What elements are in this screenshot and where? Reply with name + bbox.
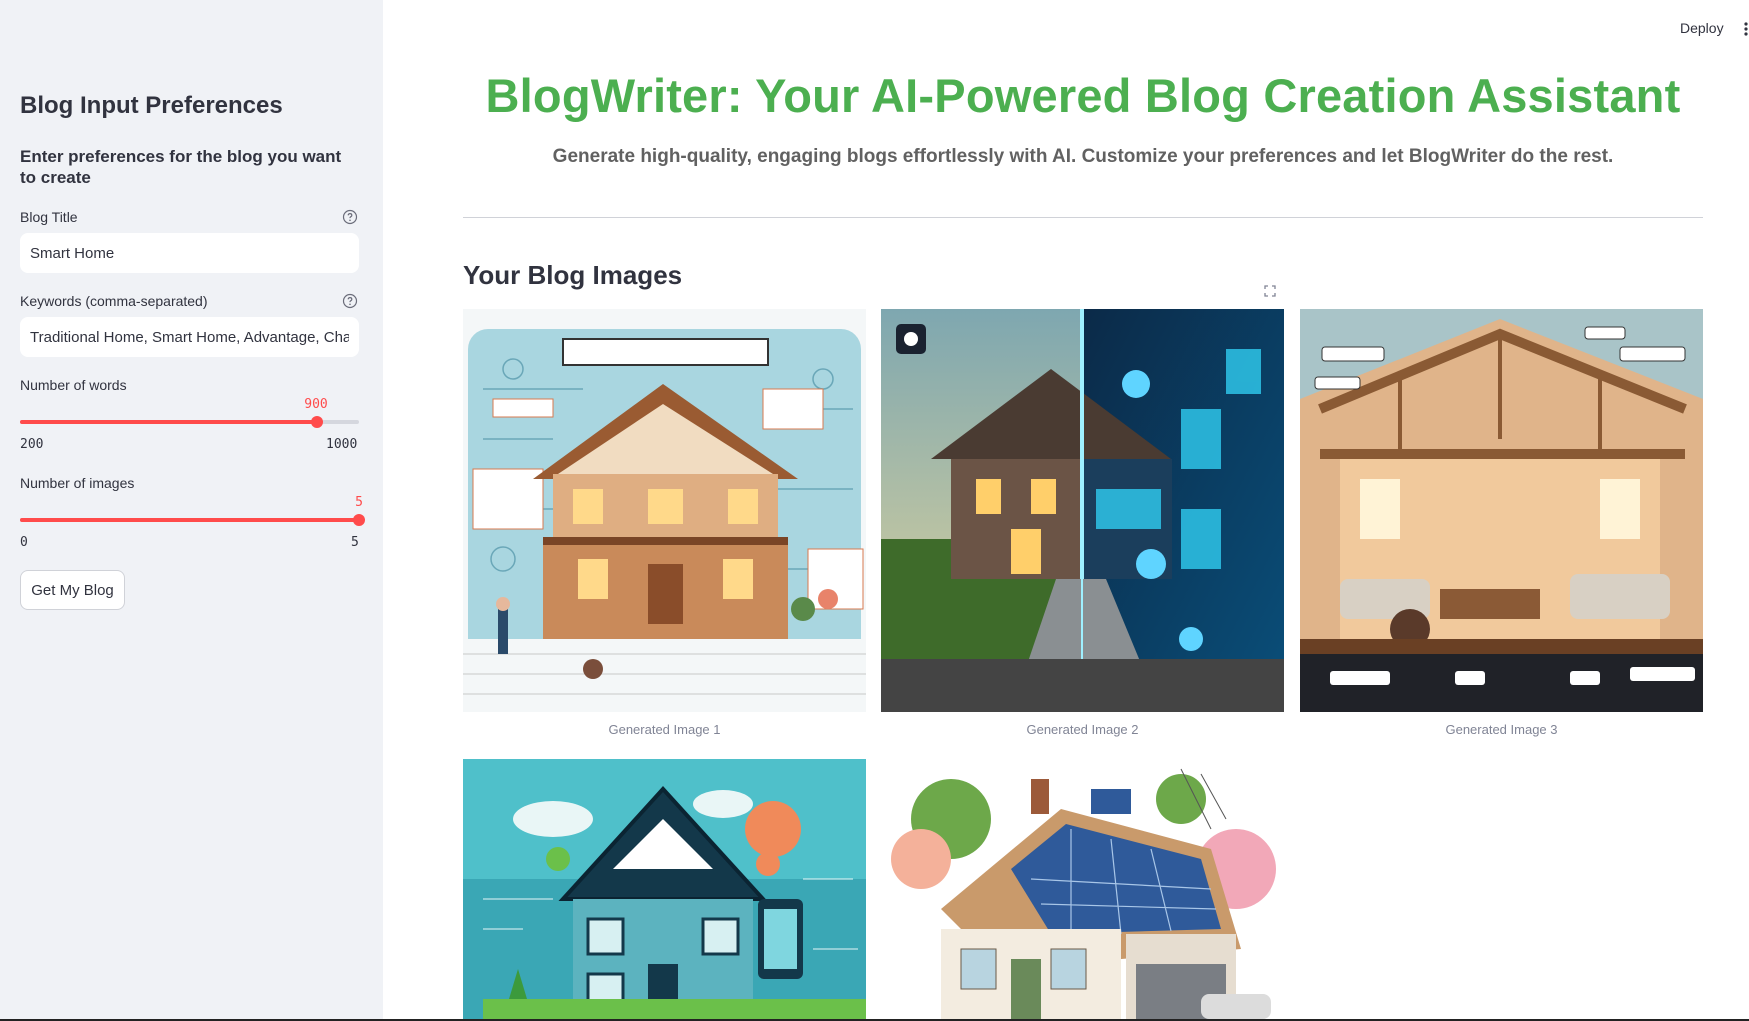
- divider: [463, 217, 1703, 218]
- generated-image-1[interactable]: [463, 309, 866, 712]
- slider-fill: [20, 420, 317, 424]
- more-vertical-icon[interactable]: [1742, 20, 1749, 38]
- words-slider[interactable]: [20, 412, 359, 432]
- sidebar: Blog Input Preferences Enter preferences…: [0, 0, 383, 1021]
- images-slider[interactable]: [20, 510, 365, 530]
- house-illustration-image: [463, 759, 866, 1019]
- sidebar-subtitle: Enter preferences for the blog you want …: [20, 147, 342, 187]
- images-slider-label: Number of images: [20, 475, 135, 491]
- blog-title-input[interactable]: [20, 233, 359, 273]
- house-illustration-image: [1300, 309, 1703, 712]
- deploy-button[interactable]: Deploy: [1680, 20, 1724, 36]
- words-slider-max: 1000: [326, 437, 358, 452]
- image-caption: Generated Image 1: [608, 722, 721, 737]
- generated-image-4[interactable]: [463, 759, 866, 1019]
- generated-image-2[interactable]: [881, 309, 1284, 712]
- generated-image-3[interactable]: [1300, 309, 1703, 712]
- house-illustration-image: [881, 309, 1284, 712]
- blog-title-label: Blog Title: [20, 209, 78, 225]
- images-slider-max: 5: [351, 535, 359, 550]
- words-slider-value: 900: [304, 397, 328, 412]
- fullscreen-icon[interactable]: [1262, 283, 1278, 299]
- house-illustration-image: [463, 309, 866, 712]
- section-heading: Your Blog Images: [463, 260, 683, 290]
- page-subtitle: Generate high-quality, engaging blogs ef…: [552, 146, 1614, 167]
- images-slider-min: 0: [20, 535, 28, 550]
- slider-thumb[interactable]: [353, 514, 365, 526]
- images-slider-value: 5: [355, 495, 363, 510]
- page-title: BlogWriter: Your AI-Powered Blog Creatio…: [485, 69, 1681, 122]
- house-illustration-image: [881, 759, 1284, 1019]
- help-circle-icon[interactable]: [342, 293, 358, 309]
- slider-fill: [20, 518, 359, 522]
- generated-image-5[interactable]: [881, 759, 1284, 1019]
- keywords-input[interactable]: [20, 317, 359, 357]
- sidebar-title: Blog Input Preferences: [20, 92, 283, 119]
- keywords-label: Keywords (comma-separated): [20, 293, 208, 309]
- image-caption: Generated Image 3: [1445, 722, 1558, 737]
- image-caption: Generated Image 2: [1026, 722, 1139, 737]
- words-slider-min: 200: [20, 437, 44, 452]
- words-slider-label: Number of words: [20, 377, 127, 393]
- get-my-blog-button[interactable]: Get My Blog: [20, 570, 125, 610]
- slider-thumb[interactable]: [310, 416, 323, 428]
- help-circle-icon[interactable]: [342, 209, 358, 225]
